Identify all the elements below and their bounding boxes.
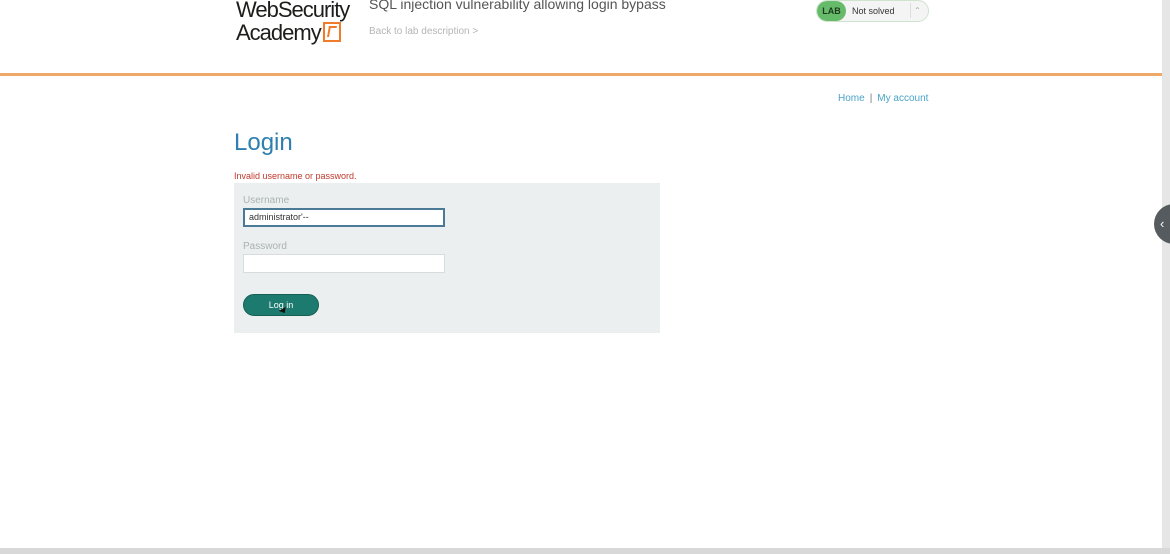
top-nav: Home | My account [838,93,928,104]
logo-line1: WebSecurity [236,0,350,22]
logo-line2: Academy [236,20,322,45]
lab-status-widget[interactable]: LAB Not solved ⌃ [816,0,929,22]
nav-separator: | [869,93,873,104]
logo[interactable]: WebSecurity Academy [236,0,350,45]
lab-badge: LAB [817,1,846,21]
chevron-updown-icon[interactable]: ⌃ [910,3,924,18]
page-header: WebSecurity Academy SQL injection vulner… [0,0,1162,76]
lab-title: SQL injection vulnerability allowing log… [369,0,666,12]
back-to-lab-description-link[interactable]: Back to lab description > [369,26,478,37]
username-input[interactable] [243,208,445,227]
password-input[interactable] [243,254,445,273]
login-error-message: Invalid username or password. [234,171,357,181]
home-link[interactable]: Home [838,93,865,104]
login-form: Username Password Log in [234,183,660,333]
password-label: Password [243,241,287,252]
username-label: Username [243,195,290,206]
lab-status-text: Not solved [852,6,895,16]
my-account-link[interactable]: My account [877,93,928,104]
side-panel-handle[interactable]: ‹ [1154,204,1170,244]
window-right-edge [1162,0,1170,554]
chevron-left-icon: ‹ [1160,216,1165,231]
bottom-scrollbar[interactable] [0,548,1170,554]
logo-mark-icon [322,22,341,42]
page-title: Login [234,129,293,156]
